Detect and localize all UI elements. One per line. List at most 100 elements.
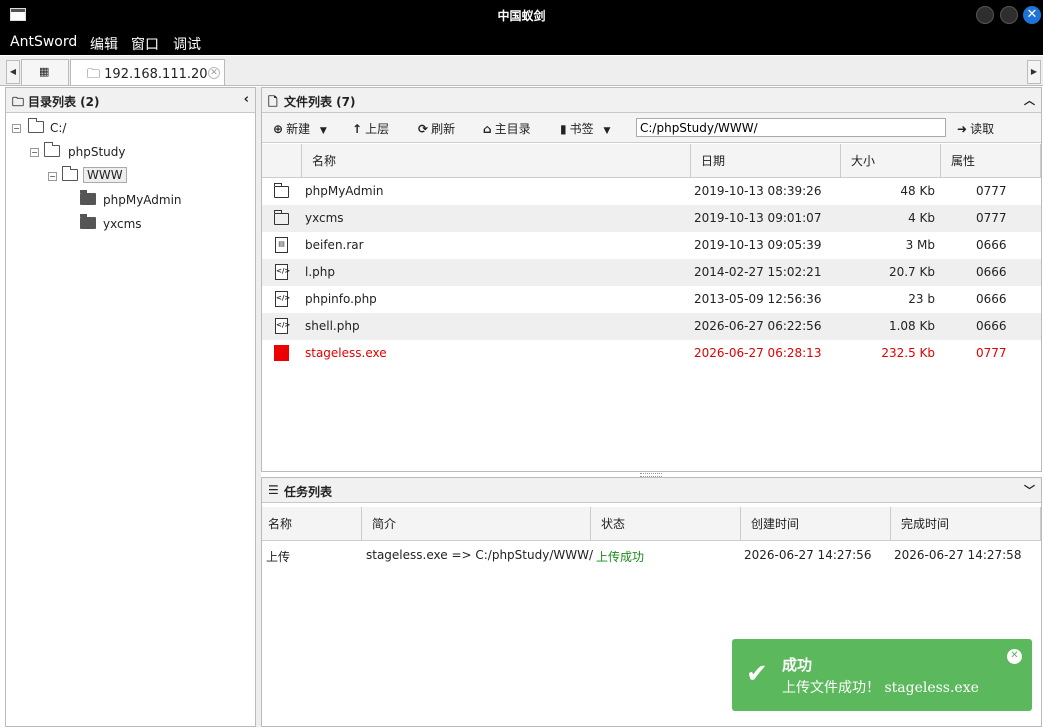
tab-close-icon[interactable]: ✕ bbox=[208, 67, 220, 79]
tree-collapse-icon[interactable]: − bbox=[12, 124, 21, 133]
file-date: 2019-10-13 08:39:26 bbox=[694, 184, 822, 198]
task-list-header: ☰ 任务列表 ﹀ bbox=[262, 478, 1041, 503]
folder-icon bbox=[80, 190, 96, 205]
column-task-desc[interactable]: 简介 bbox=[362, 507, 591, 541]
window-title: 中国蚁剑 bbox=[497, 9, 546, 23]
file-attr: 0777 bbox=[976, 346, 1007, 360]
bookmark-button-label: 书签 bbox=[569, 122, 594, 136]
file-size: 3 Mb bbox=[905, 238, 935, 252]
column-task-finished[interactable]: 完成时间 bbox=[891, 507, 1041, 541]
home-button[interactable]: ⌂ 主目录 bbox=[483, 120, 531, 137]
tree-collapse-icon[interactable]: − bbox=[48, 172, 57, 181]
refresh-icon: ⟳ bbox=[418, 122, 429, 136]
tree-node-label: phpStudy bbox=[68, 145, 126, 159]
task-finished: 2026-06-27 14:27:58 bbox=[894, 548, 1022, 562]
menu-bar: AntSword 编辑 窗口 调试 bbox=[0, 30, 1043, 55]
tree-node-phpstudy[interactable]: − phpStudy bbox=[30, 142, 230, 161]
column-task-status[interactable]: 状态 bbox=[591, 507, 741, 541]
file-size: 4 Kb bbox=[908, 211, 935, 225]
task-row[interactable]: 上传 stageless.exe => C:/phpStudy/WWW/ 上传成… bbox=[262, 541, 1041, 569]
file-attr: 0666 bbox=[976, 319, 1007, 333]
tree-node-c[interactable]: − C:/ bbox=[12, 118, 212, 137]
success-toast: ✔ 成功 上传文件成功！ stageless.exe ✕ bbox=[732, 639, 1032, 711]
column-size[interactable]: 大小 bbox=[841, 144, 941, 178]
menu-edit[interactable]: 编辑 bbox=[90, 34, 118, 54]
file-date: 2014-02-27 15:02:21 bbox=[694, 265, 822, 279]
new-button[interactable]: ⊕ 新建 ▼ bbox=[273, 120, 327, 137]
task-desc: stageless.exe => C:/phpStudy/WWW/ bbox=[366, 548, 594, 562]
task-table-header: 名称 简介 状态 创建时间 完成时间 bbox=[262, 507, 1041, 541]
bookmark-button[interactable]: ▮ 书签 ▼ bbox=[560, 120, 610, 137]
file-size: 48 Kb bbox=[900, 184, 935, 198]
collapse-panel-icon[interactable]: ‹ bbox=[244, 92, 249, 107]
toast-title: 成功 bbox=[782, 656, 813, 674]
toast-message: 上传文件成功！ stageless.exe bbox=[782, 680, 979, 696]
tree-node-label: yxcms bbox=[103, 217, 142, 231]
column-task-created[interactable]: 创建时间 bbox=[741, 507, 891, 541]
exe-file-icon bbox=[274, 345, 289, 361]
file-date: 2019-10-13 09:01:07 bbox=[694, 211, 822, 225]
file-row[interactable]: stageless.exe 2026-06-27 06:28:13 232.5 … bbox=[262, 340, 1041, 367]
tab-bar: ◀ ▦ 🗀 192.168.111.20 ✕ ▶ bbox=[0, 56, 1043, 86]
directory-panel: 🗀 目录列表 (2) ‹ − C:/ − phpStudy − WWW phpM… bbox=[5, 87, 256, 727]
file-list-title: 文件列表 (7) bbox=[284, 95, 356, 109]
close-button[interactable]: ✕ bbox=[1023, 6, 1041, 24]
menu-window[interactable]: 窗口 bbox=[131, 34, 159, 54]
tab-scroll-right-button[interactable]: ▶ bbox=[1027, 60, 1041, 84]
tree-node-www[interactable]: − WWW bbox=[48, 166, 248, 185]
file-date: 2026-06-27 06:22:56 bbox=[694, 319, 822, 333]
toast-close-icon[interactable]: ✕ bbox=[1007, 649, 1022, 664]
column-name[interactable]: 名称 bbox=[302, 144, 691, 178]
file-list-panel: 🗋 文件列表 (7) ︿ ⊕新建 ▼ ↑上层 ⟳刷新 ⌂主目录 ▮书签 ▼ ➜读… bbox=[261, 87, 1042, 472]
tab-home[interactable]: ▦ bbox=[21, 59, 69, 85]
file-size: 232.5 Kb bbox=[881, 346, 935, 360]
check-icon: ✔ bbox=[746, 659, 768, 689]
file-size: 20.7 Kb bbox=[888, 265, 935, 279]
refresh-button[interactable]: ⟳ 刷新 bbox=[418, 120, 455, 137]
menu-antsword[interactable]: AntSword bbox=[10, 34, 77, 50]
file-row[interactable]: </> shell.php 2026-06-27 06:22:56 1.08 K… bbox=[262, 313, 1041, 340]
file-icon: 🗋 bbox=[268, 95, 278, 109]
file-row[interactable]: yxcms 2019-10-13 09:01:07 4 Kb 0777 bbox=[262, 205, 1041, 232]
tab-label: 192.168.111.20 bbox=[104, 67, 208, 82]
column-task-name[interactable]: 名称 bbox=[262, 507, 362, 541]
refresh-button-label: 刷新 bbox=[431, 122, 456, 136]
file-row[interactable]: </> phpinfo.php 2013-05-09 12:56:36 23 b… bbox=[262, 286, 1041, 313]
maximize-button[interactable] bbox=[1000, 6, 1018, 24]
file-date: 2026-06-27 06:28:13 bbox=[694, 346, 822, 360]
collapse-down-icon[interactable]: ﹀ bbox=[1024, 482, 1035, 498]
file-list-header: 🗋 文件列表 (7) ︿ bbox=[262, 88, 1041, 113]
file-name: yxcms bbox=[305, 211, 344, 225]
file-name: stageless.exe bbox=[305, 346, 387, 360]
menu-debug[interactable]: 调试 bbox=[173, 34, 201, 54]
folder-icon: 🗀 bbox=[87, 67, 101, 82]
file-attr: 0666 bbox=[976, 292, 1007, 306]
column-date[interactable]: 日期 bbox=[691, 144, 841, 178]
file-name: phpMyAdmin bbox=[305, 184, 384, 198]
column-attr[interactable]: 属性 bbox=[941, 144, 1041, 178]
task-status: 上传成功 bbox=[596, 550, 645, 564]
tab-shell-session[interactable]: 🗀 192.168.111.20 ✕ bbox=[70, 59, 225, 85]
tree-node-yxcms[interactable]: yxcms bbox=[80, 214, 250, 233]
minimize-button[interactable] bbox=[976, 6, 994, 24]
up-button[interactable]: ↑ 上层 bbox=[352, 120, 389, 137]
directory-panel-header: 🗀 目录列表 (2) ‹ bbox=[6, 88, 255, 113]
home-icon: ⌂ bbox=[483, 122, 492, 136]
file-row[interactable]: phpMyAdmin 2019-10-13 08:39:26 48 Kb 077… bbox=[262, 178, 1041, 205]
code-file-icon: </> bbox=[275, 318, 290, 334]
directory-panel-title: 目录列表 (2) bbox=[28, 95, 100, 109]
file-date: 2013-05-09 12:56:36 bbox=[694, 292, 822, 306]
task-list-title: 任务列表 bbox=[284, 485, 333, 499]
folder-icon bbox=[62, 166, 78, 181]
file-row[interactable]: ▤ beifen.rar 2019-10-13 09:05:39 3 Mb 06… bbox=[262, 232, 1041, 259]
file-attr: 0777 bbox=[976, 211, 1007, 225]
tree-node-phpmyadmin[interactable]: phpMyAdmin bbox=[80, 190, 250, 209]
tab-scroll-left-button[interactable]: ◀ bbox=[6, 60, 20, 84]
collapse-up-icon[interactable]: ︿ bbox=[1024, 92, 1035, 108]
tree-collapse-icon[interactable]: − bbox=[30, 148, 39, 157]
path-input[interactable] bbox=[636, 118, 946, 137]
file-name: l.php bbox=[305, 265, 335, 279]
file-row[interactable]: </> l.php 2014-02-27 15:02:21 20.7 Kb 06… bbox=[262, 259, 1041, 286]
plus-circle-icon: ⊕ bbox=[273, 122, 284, 136]
read-button[interactable]: ➜ 读取 bbox=[957, 120, 994, 137]
